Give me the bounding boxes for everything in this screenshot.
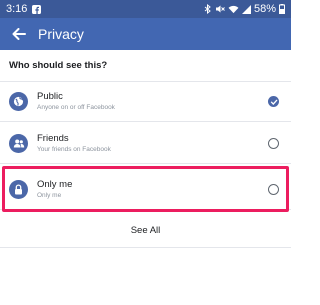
- facebook-icon: [32, 4, 42, 14]
- option-label: Only me: [37, 178, 73, 190]
- selected-check-icon[interactable]: [268, 96, 279, 107]
- status-bar: 3:16 58%: [0, 0, 291, 18]
- option-label: Public: [37, 90, 63, 102]
- back-arrow-icon: [12, 28, 26, 40]
- mute-icon: [215, 4, 225, 14]
- option-description: Anyone on or off Facebook: [37, 103, 115, 111]
- battery-percent: 58%: [253, 3, 276, 15]
- see-all-button[interactable]: See All: [0, 214, 291, 248]
- option-label: Friends: [37, 132, 69, 144]
- wifi-icon: [228, 5, 239, 14]
- option-description: Only me: [37, 191, 62, 199]
- friends-icon: [9, 134, 28, 153]
- radio-button[interactable]: [268, 184, 279, 195]
- back-button[interactable]: [0, 18, 38, 50]
- option-public[interactable]: Public Anyone on or off Facebook: [0, 82, 291, 122]
- globe-icon: [9, 92, 28, 111]
- section-title: Who should see this?: [0, 50, 291, 82]
- status-time: 3:16: [6, 3, 28, 15]
- signal-icon: [241, 4, 251, 14]
- option-only-me[interactable]: Only me Only me: [0, 170, 291, 210]
- app-bar: Privacy: [0, 18, 291, 50]
- option-friends[interactable]: Friends Your friends on Facebook: [0, 124, 291, 164]
- bluetooth-icon: [204, 4, 212, 14]
- radio-button[interactable]: [268, 138, 279, 149]
- battery-icon: [279, 4, 285, 14]
- lock-icon: [9, 180, 28, 199]
- page-title: Privacy: [38, 26, 84, 42]
- option-description: Your friends on Facebook: [37, 145, 111, 153]
